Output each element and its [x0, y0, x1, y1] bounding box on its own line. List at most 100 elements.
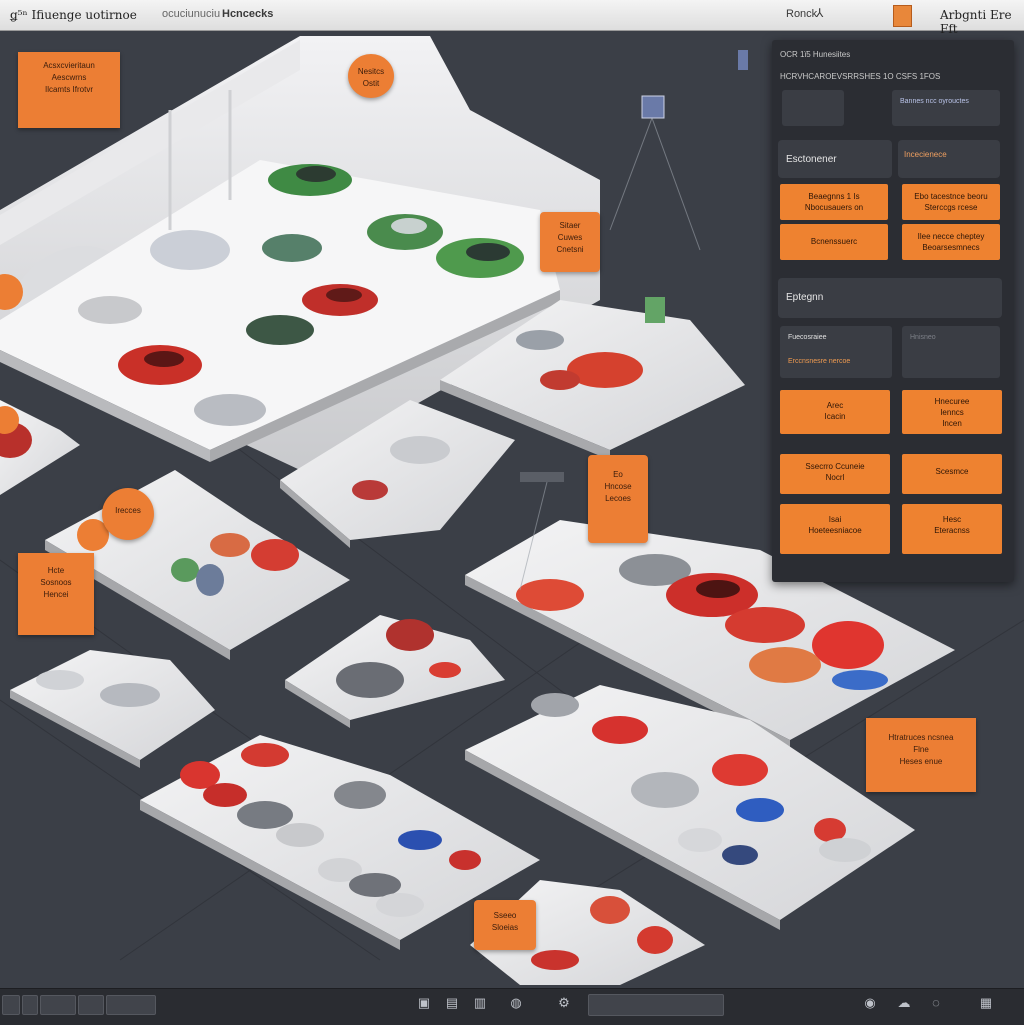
callout-top-left[interactable]: Acsxcvieritaun Aescwrns Ilcamts Ifrotvr [18, 52, 120, 128]
sub-2-label: Hnisneo [910, 334, 936, 341]
menu-item-2[interactable]: Hcncecks [222, 8, 273, 20]
brand-logo: ǥ⁵ⁿ Ifiuenge uotirnoe [10, 8, 137, 22]
settings-icon[interactable]: ⚙ [554, 993, 574, 1013]
callout-line: Sitaer [559, 221, 581, 230]
callout-line: Cuwes [557, 233, 583, 242]
callout-line: Sloeias [491, 923, 519, 932]
panel-button-7[interactable]: Ssecrro Ccuneie Nocrl [780, 454, 890, 494]
section-1-title: Esctonener [786, 154, 837, 165]
button-line: Nocrl [825, 473, 845, 483]
button-line: Ebo tacestnce beoru [914, 192, 988, 201]
callout-line: Sseeo [493, 911, 517, 920]
button-line: Beoarsesmnecs [922, 243, 980, 253]
panel-button-3[interactable]: Bcnenssuerc [780, 224, 888, 260]
properties-panel: OCR 1ϊ5 Hunesiites HCRVHCAROEVSRRSHES 1O… [772, 40, 1014, 582]
panel-button-9[interactable]: Isai Hoeteesniacoe [780, 504, 890, 554]
callout-line: Ostit [362, 79, 380, 88]
callout-line: Ilcamts Ifrotvr [44, 85, 93, 94]
button-line: Arec [826, 401, 844, 410]
panel-field-2[interactable]: Bannes ncc oyrouctes [892, 90, 1000, 126]
panel-button-5[interactable]: Arec Icacin [780, 390, 890, 434]
panel-button-2[interactable]: Ebo tacestnce beoru Sterccgs rcese [902, 184, 1000, 220]
panel-title: OCR 1ϊ5 Hunesiites [780, 50, 851, 59]
section-2-title: Eptegnn [786, 292, 824, 303]
section-2-header[interactable]: Eptegnn [778, 278, 1002, 318]
callout-mid[interactable]: Sitaer Cuwes Cnetsni [540, 212, 600, 272]
taskbar-start-button[interactable] [2, 995, 20, 1015]
button-line: Nbocusauers on [804, 203, 864, 213]
callout-line: Lecoes [605, 494, 631, 503]
panel-sub-2[interactable]: Hnisneo [902, 326, 1000, 378]
callout-line: Eo [613, 470, 623, 479]
app-icon[interactable] [893, 5, 912, 27]
title-bar: ǥ⁵ⁿ Ifiuenge uotirnoe ocuciunuciu Hcncec… [0, 0, 1024, 36]
button-line: Bcnenssuerc [810, 237, 858, 246]
callout-line: Htratruces ncsnea [888, 733, 954, 742]
network-icon[interactable]: ◌ [926, 993, 946, 1013]
callout-top-circle[interactable]: Nesitcs Ostit [348, 54, 394, 98]
button-line: Ilee necce cheptey [917, 232, 985, 241]
callout-line: Hcte [47, 566, 65, 575]
callout-left-circle[interactable]: Irecces [102, 488, 154, 540]
calendar-icon[interactable]: ▦ [976, 993, 996, 1013]
section-1-right-label: Incecienece [904, 150, 947, 159]
panel-button-1[interactable]: Beaegnns 1 Is Nbocusauers on [780, 184, 888, 220]
taskbar-item-2[interactable] [40, 995, 76, 1015]
button-line: Isai [828, 515, 842, 524]
callout-line: Flne [913, 745, 929, 754]
button-line: Ienncs [940, 408, 964, 418]
section-1-header[interactable]: Esctonener [778, 140, 892, 178]
taskbar-item-4[interactable] [106, 995, 156, 1015]
button-line: Beaegnns 1 Is [808, 192, 860, 201]
menu-item-1[interactable]: ocuciunuciu [162, 8, 220, 20]
button-line: Hnecuree [934, 397, 970, 406]
callout-bottom[interactable]: Sseeo Sloeias [474, 900, 536, 950]
panel-field-2-text: Bannes ncc oyrouctes [900, 98, 969, 105]
folder-icon[interactable]: ▤ [442, 993, 462, 1013]
panel-button-6[interactable]: Hnecuree Ienncs Incen [902, 390, 1002, 434]
button-line: Incen [942, 419, 962, 429]
marker-sign [520, 472, 564, 482]
window-icon[interactable]: ▣ [414, 993, 434, 1013]
search-icon[interactable]: ⅄ [816, 6, 823, 20]
button-line: Ssecrro Ccuneie [805, 462, 865, 471]
callout-center[interactable]: Eo Hncose Lecoes [588, 455, 648, 543]
section-1-right[interactable]: Incecienece [898, 140, 1000, 178]
callout-line: Sosnoos [40, 578, 72, 587]
marker-green [645, 297, 665, 323]
panel-button-8[interactable]: Scesmce [902, 454, 1002, 494]
chart-icon[interactable]: ▥ [470, 993, 490, 1013]
marker-small [738, 50, 748, 70]
taskbar-item-3[interactable] [78, 995, 104, 1015]
panel-subtitle: HCRVHCAROEVSRRSHES 1O CSFS 1FOS [780, 72, 941, 81]
callout-left-box[interactable]: Hcte Sosnoos Hencei [18, 553, 94, 635]
user-icon[interactable]: ◉ [860, 993, 880, 1013]
callout-bottom-right[interactable]: Htratruces ncsnea Flne Heses enue [866, 718, 976, 792]
button-line: Hesc [942, 515, 962, 524]
callout-line: Nesitcs [357, 67, 385, 76]
button-line: Scesmce [935, 467, 969, 476]
callout-line: Heses enue [899, 757, 943, 766]
sub-1-label-b: Erccnsnesre nercoe [788, 358, 851, 365]
panel-sub-1[interactable]: Fuecosraiee Erccnsnesre nercoe [780, 326, 892, 378]
sub-1-label-a: Fuecosraiee [788, 334, 827, 341]
callout-line: Hncose [604, 482, 632, 491]
button-line: Eteracnss [934, 526, 970, 536]
panel-field-1[interactable] [782, 90, 844, 126]
taskbar-item-1[interactable] [22, 995, 38, 1015]
search-label[interactable]: Ronck [786, 8, 817, 20]
button-line: Hoeteesniacoe [808, 526, 862, 536]
callout-line: Hencei [43, 590, 69, 599]
globe-icon[interactable]: ◍ [506, 993, 526, 1013]
thumbnail-marker [641, 95, 665, 119]
button-line: Icacin [824, 412, 846, 422]
button-line: Sterccgs rcese [924, 203, 978, 213]
cloud-icon[interactable]: ☁ [894, 993, 914, 1013]
taskbar: ▣ ▤ ▥ ◍ ⚙ ◉ ☁ ◌ ▦ [0, 988, 1024, 1025]
callout-line: Irecces [115, 506, 141, 515]
taskbar-search-field[interactable] [588, 994, 724, 1016]
callout-line: Aescwrns [51, 73, 87, 82]
panel-button-10[interactable]: Hesc Eteracnss [902, 504, 1002, 554]
callout-line: Acsxcvieritaun [43, 61, 95, 70]
panel-button-4[interactable]: Ilee necce cheptey Beoarsesmnecs [902, 224, 1000, 260]
